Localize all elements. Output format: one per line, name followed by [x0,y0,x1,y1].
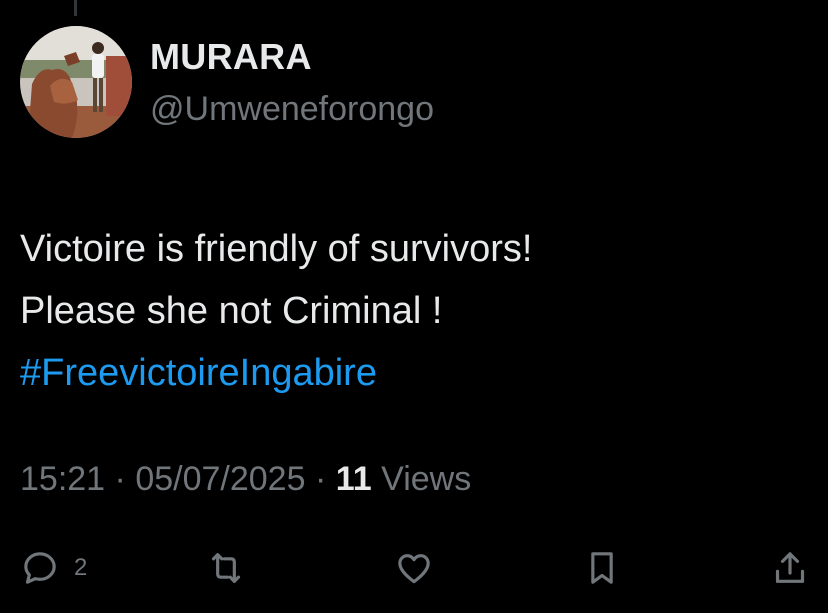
post-date[interactable]: 05/07/2025 [135,460,305,498]
meta-separator: · [114,460,126,498]
heart-icon [398,554,430,584]
views-label: Views [381,460,472,498]
user-handle[interactable]: @Umweneforongo [150,90,434,129]
repost-icon [211,553,241,583]
action-bar: 2 [0,540,828,596]
avatar-image [20,26,132,138]
bookmark-button[interactable] [582,546,622,590]
reply-button[interactable]: 2 [20,546,87,590]
post-time[interactable]: 15:21 [20,460,105,498]
reply-icon [24,552,56,584]
tweet-text: Victoire is friendly of survivors! Pleas… [20,218,810,404]
tweet-text-line-1: Victoire is friendly of survivors! [20,228,533,270]
thread-connector-line [74,0,77,16]
tweet-text-line-2: Please she not Criminal ! [20,290,443,332]
repost-button[interactable] [206,546,246,590]
display-name[interactable]: MURARA [150,36,312,78]
share-icon [775,552,805,583]
meta-separator: · [314,460,327,498]
avatar[interactable] [20,26,132,138]
bookmark-icon [591,552,613,584]
like-button[interactable] [394,546,434,590]
tweet-metadata: 15:21 · 05/07/2025 · 11 Views [20,460,471,499]
share-button[interactable] [770,546,810,590]
hashtag-link[interactable]: #FreevictoireIngabire [20,342,810,404]
reply-count: 2 [74,554,88,581]
views-count: 11 [335,460,372,498]
